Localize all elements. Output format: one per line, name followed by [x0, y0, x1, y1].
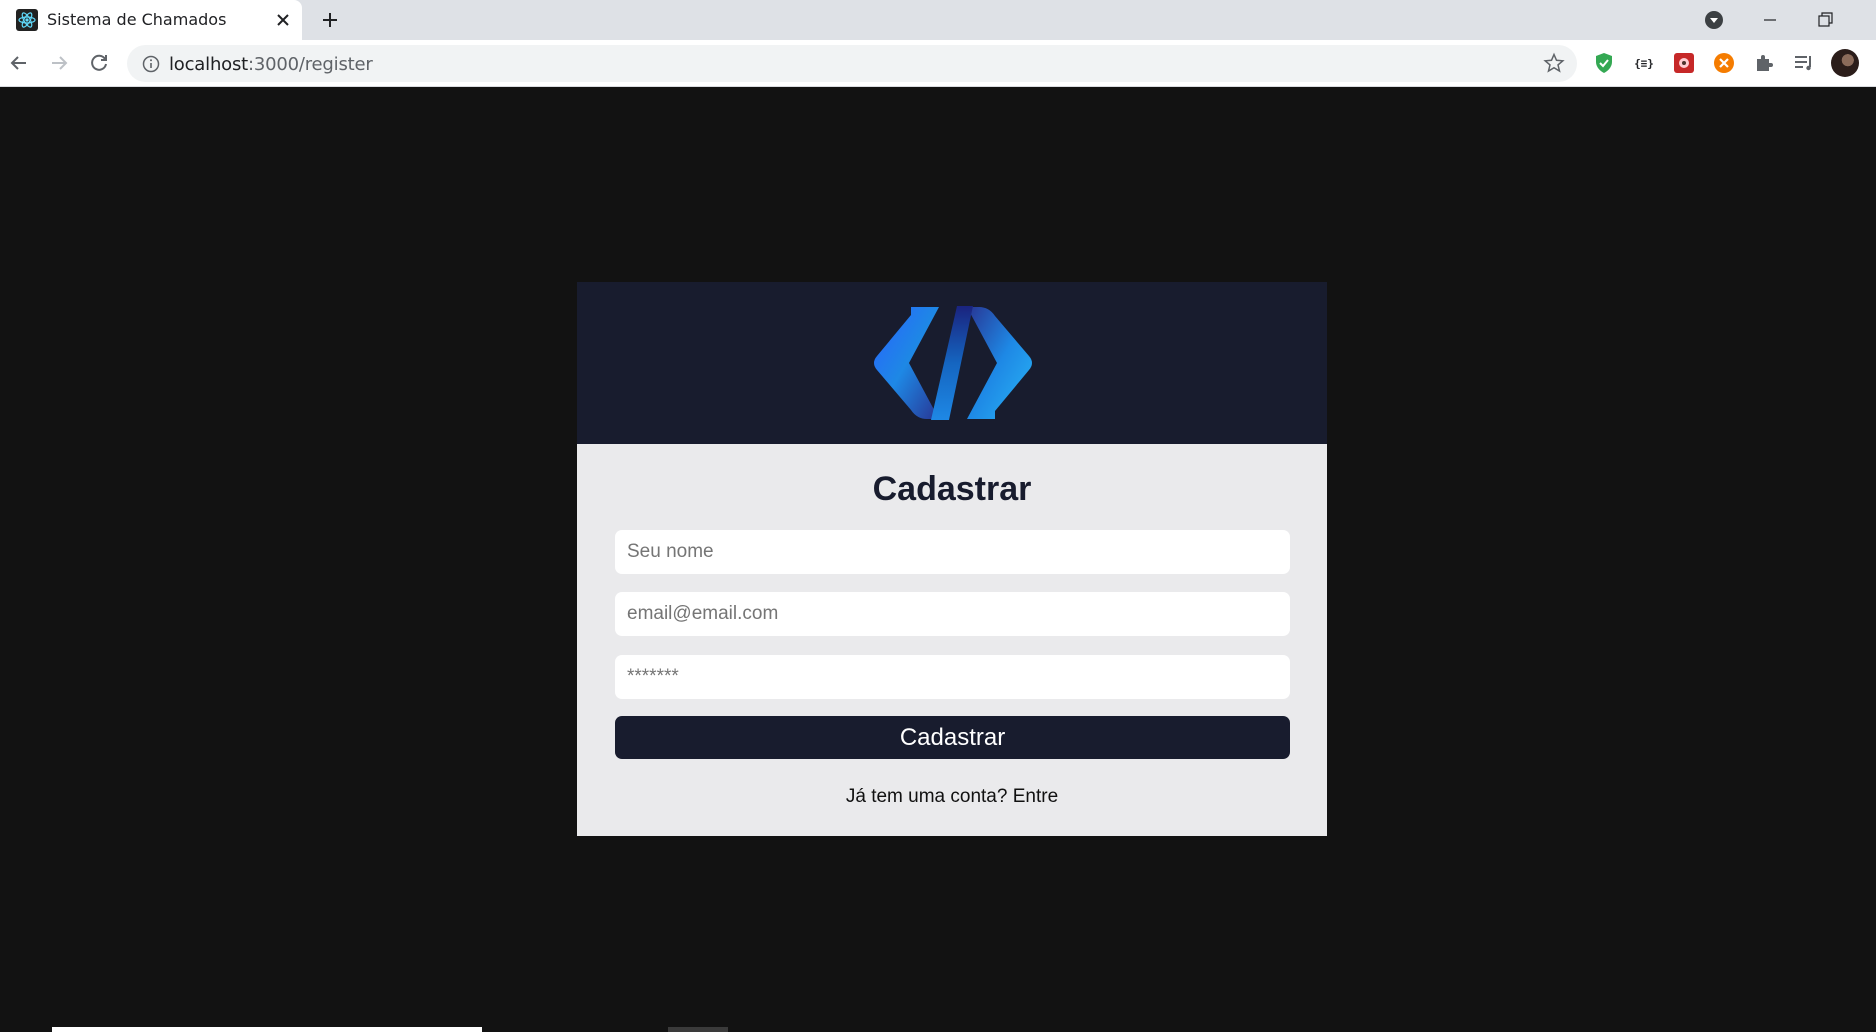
logo-icon — [874, 306, 1032, 420]
url-text: localhost:3000/register — [169, 54, 373, 75]
name-input[interactable] — [615, 530, 1290, 574]
info-icon[interactable] — [141, 54, 161, 74]
taskbar-indicator — [52, 1027, 482, 1032]
email-input[interactable] — [615, 592, 1290, 636]
orange-extension-icon[interactable] — [1712, 51, 1736, 75]
url-host: localhost — [169, 54, 248, 75]
json-extension-icon[interactable]: {≡} — [1632, 51, 1656, 75]
password-input[interactable] — [615, 655, 1290, 699]
minimize-icon[interactable] — [1756, 6, 1784, 34]
login-link[interactable]: Já tem uma conta? Entre — [577, 786, 1327, 808]
browser-toolbar: localhost:3000/register {≡} — [0, 40, 1876, 87]
star-icon[interactable] — [1543, 52, 1565, 74]
taskbar-indicator-secondary — [668, 1027, 728, 1032]
react-icon — [16, 9, 38, 31]
profile-avatar[interactable] — [1831, 49, 1859, 77]
game-extension-icon[interactable] — [1672, 51, 1696, 75]
tab-title: Sistema de Chamados — [47, 10, 227, 29]
browser-tab[interactable]: Sistema de Chamados — [0, 0, 302, 40]
close-icon[interactable] — [272, 9, 294, 31]
restore-icon[interactable] — [1811, 6, 1839, 34]
browser-tab-strip: Sistema de Chamados — [0, 0, 1876, 40]
tab-search-icon[interactable] — [1700, 6, 1728, 34]
form-title: Cadastrar — [872, 470, 1032, 508]
media-queue-icon[interactable] — [1792, 51, 1816, 75]
back-arrow-icon[interactable] — [6, 50, 32, 76]
register-card: Cadastrar Cadastrar Já tem uma conta? En… — [577, 282, 1327, 836]
svg-text:{≡}: {≡} — [1634, 57, 1654, 70]
forward-arrow-icon[interactable] — [46, 50, 72, 76]
reload-icon[interactable] — [86, 50, 112, 76]
plus-icon[interactable] — [318, 8, 342, 32]
register-form: Cadastrar Cadastrar Já tem uma conta? En… — [577, 444, 1327, 836]
register-button[interactable]: Cadastrar — [615, 716, 1290, 759]
page-viewport: Cadastrar Cadastrar Já tem uma conta? En… — [0, 88, 1876, 1032]
puzzle-icon[interactable] — [1752, 51, 1776, 75]
address-bar[interactable]: localhost:3000/register — [127, 45, 1577, 82]
shield-extension-icon[interactable] — [1592, 51, 1616, 75]
card-header — [577, 282, 1327, 444]
url-path: :3000/register — [248, 54, 373, 75]
